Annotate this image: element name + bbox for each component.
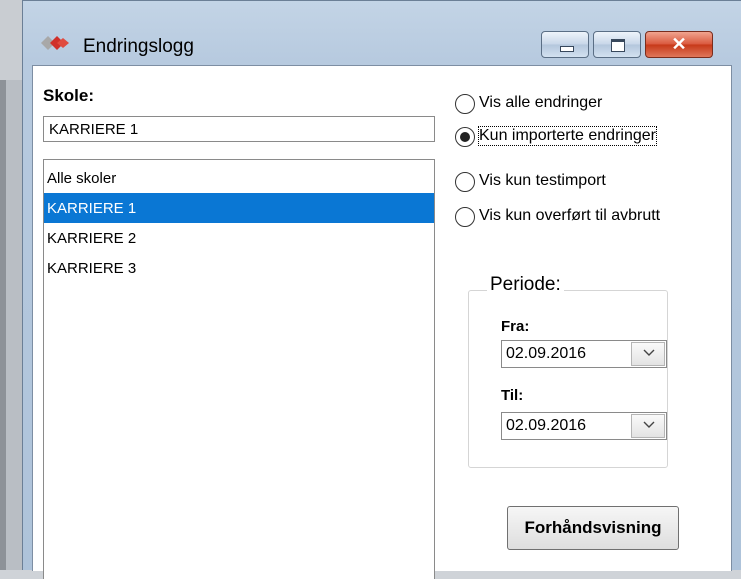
radio-circle-checked[interactable] [455, 127, 475, 147]
client-area: Skole: KARRIERE 1 Alle skoler KARRIERE 1… [32, 65, 732, 579]
list-item-karriere-2[interactable]: KARRIERE 2 [44, 223, 434, 253]
radio-label: Vis kun testimport [479, 172, 606, 189]
maximize-icon [611, 39, 625, 52]
list-item-alle-skoler[interactable]: Alle skoler [44, 163, 434, 193]
school-input[interactable]: KARRIERE 1 [43, 116, 435, 142]
background-band [0, 0, 22, 80]
close-icon: ✕ [671, 34, 687, 54]
school-list[interactable]: Alle skoler KARRIERE 1 KARRIERE 2 KARRIE… [43, 159, 435, 579]
minimize-button[interactable] [541, 31, 589, 58]
to-date-dropdown-button[interactable] [631, 414, 665, 438]
to-date-picker[interactable]: 02.09.2016 [501, 412, 667, 440]
period-title: Periode: [487, 274, 564, 296]
preview-button[interactable]: Forhåndsvisning [507, 506, 679, 550]
from-date-value: 02.09.2016 [506, 345, 587, 362]
school-label: Skole: [43, 86, 95, 105]
chevron-down-icon [643, 347, 655, 362]
radio-label: Vis kun overført til avbrutt [479, 207, 661, 224]
radio-label: Kun importerte endringer [478, 126, 657, 146]
radio-circle[interactable] [455, 94, 475, 114]
radio-circle[interactable] [455, 207, 475, 227]
chevron-down-icon [643, 419, 655, 434]
to-label: Til: [501, 387, 524, 404]
endringslogg-window: Endringslogg ✕ Skole: KARRIERE 1 Alle sk… [22, 0, 741, 579]
background-edge [0, 80, 6, 570]
background-window [0, 0, 22, 570]
from-label: Fra: [501, 318, 530, 335]
radio-label: Vis alle endringer [479, 94, 603, 111]
title-bar[interactable]: Endringslogg ✕ [23, 1, 741, 65]
to-date-value: 02.09.2016 [506, 417, 587, 434]
maximize-button[interactable] [593, 31, 641, 58]
list-item-karriere-3[interactable]: KARRIERE 3 [44, 253, 434, 283]
radio-circle[interactable] [455, 172, 475, 192]
from-date-dropdown-button[interactable] [631, 342, 665, 366]
list-item-karriere-1[interactable]: KARRIERE 1 [44, 193, 434, 223]
from-date-picker[interactable]: 02.09.2016 [501, 340, 667, 368]
radio-dot-icon [460, 132, 470, 142]
period-groupbox [468, 290, 668, 468]
minimize-icon [560, 46, 574, 52]
close-button[interactable]: ✕ [645, 31, 713, 58]
window-title: Endringslogg [83, 36, 194, 57]
app-logo-icon [41, 36, 69, 50]
